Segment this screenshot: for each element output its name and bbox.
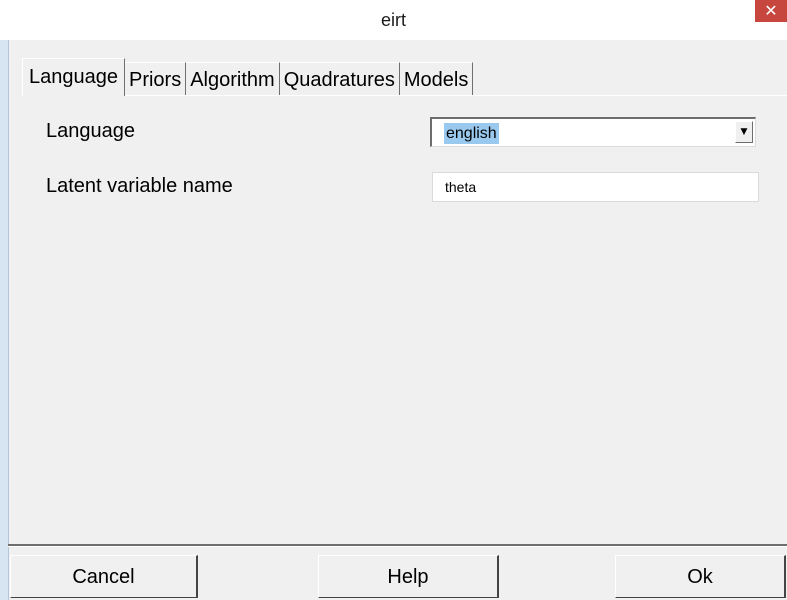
tab-quadratures[interactable]: Quadratures <box>279 62 400 96</box>
latent-variable-label: Latent variable name <box>46 175 233 197</box>
language-select-value: english <box>444 123 499 144</box>
title-bar: eirt ✕ <box>0 0 787 40</box>
ok-button[interactable]: Ok <box>615 555 786 598</box>
help-button[interactable]: Help <box>318 555 499 598</box>
close-icon: ✕ <box>764 1 778 20</box>
tab-priors[interactable]: Priors <box>124 62 187 96</box>
language-select[interactable]: english ▼ <box>430 117 756 147</box>
cancel-button[interactable]: Cancel <box>10 555 198 598</box>
tab-language[interactable]: Language <box>22 58 125 96</box>
window-title: eirt <box>380 10 406 30</box>
tab-models[interactable]: Models <box>399 62 474 96</box>
language-label: Language <box>46 120 135 142</box>
latent-variable-input[interactable]: theta <box>432 172 759 202</box>
tab-bar: Language Priors Algorithm Quadratures Mo… <box>22 58 474 96</box>
tab-panel-language <box>22 95 787 545</box>
chevron-down-icon[interactable]: ▼ <box>735 121 753 143</box>
tab-algorithm[interactable]: Algorithm <box>186 62 280 96</box>
window-frame-left <box>0 40 9 600</box>
dialog-window: eirt ✕ Language Priors Algorithm Quadrat… <box>0 0 787 600</box>
button-separator <box>8 544 787 547</box>
close-button[interactable]: ✕ <box>755 0 787 22</box>
